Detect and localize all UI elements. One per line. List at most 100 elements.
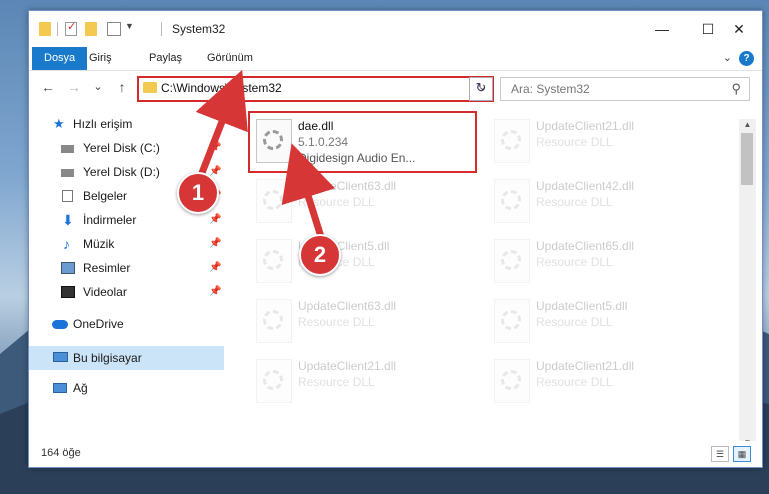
file-explorer-window: ✓ ▼ System32 — ☐ ✕ Dosya Giriş Paylaş Gö…	[28, 10, 763, 468]
file-type: Resource DLL	[536, 135, 613, 149]
file-name: UpdateClient42.dll	[536, 179, 635, 193]
divider	[57, 22, 58, 36]
pin-icon[interactable]: 📌	[209, 280, 221, 304]
sidebar-item-network[interactable]: Ağ	[29, 376, 224, 400]
tab-home[interactable]: Giriş	[79, 47, 122, 70]
sidebar-item-label: Resimler	[83, 261, 131, 275]
sidebar-item-music[interactable]: ♪ Müzik 📌	[29, 232, 224, 256]
search-box[interactable]: Ara: System32 ⚲	[500, 77, 750, 101]
dll-file-icon	[256, 359, 292, 403]
sidebar-item-quick-access[interactable]: ★ Hızlı erişim	[29, 112, 224, 136]
minimize-button[interactable]: —	[639, 11, 685, 47]
music-icon: ♪	[63, 236, 70, 252]
address-bar[interactable]: C:\Windows\System32 ⌄	[137, 76, 494, 102]
sidebar-item-label: Müzik	[83, 237, 115, 251]
file-tile[interactable]: UpdateClient63.dll Resource DLL	[248, 173, 473, 225]
file-type: Resource DLL	[536, 195, 613, 209]
chevron-down-icon[interactable]: ▼	[125, 21, 135, 35]
star-icon: ★	[53, 116, 65, 131]
search-icon[interactable]: ⚲	[731, 81, 741, 97]
pin-icon[interactable]: 📌	[209, 208, 221, 232]
file-type: Resource DLL	[536, 375, 613, 389]
window-title: System32	[172, 22, 226, 36]
title-bar: ✓ ▼ System32 — ☐ ✕	[29, 11, 762, 47]
search-input[interactable]: Ara: System32	[511, 82, 590, 96]
file-name: UpdateClient21.dll	[536, 359, 635, 373]
file-type: Resource DLL	[536, 315, 613, 329]
download-icon: ⬇	[62, 212, 74, 228]
dll-file-icon	[494, 239, 530, 283]
dll-file-icon	[256, 179, 292, 223]
status-bar: 164 öğe ☰ ▦	[29, 441, 762, 467]
vertical-scrollbar[interactable]: ▲ ▼	[739, 119, 756, 449]
tiles-view-icon[interactable]: ▦	[733, 446, 751, 462]
step-badge-2: 2	[299, 234, 341, 276]
dll-file-icon	[256, 239, 292, 283]
drive-icon	[61, 169, 74, 177]
sidebar-item-label: İndirmeler	[83, 213, 137, 227]
cloud-icon	[52, 320, 68, 329]
tab-share[interactable]: Paylaş	[139, 47, 192, 70]
scrollbar-thumb[interactable]	[741, 133, 753, 185]
file-name: UpdateClient5.dll	[536, 299, 628, 313]
file-name: UpdateClient63.dll	[298, 179, 397, 193]
file-tile[interactable]: UpdateClient5.dll Resource DLL	[486, 293, 711, 345]
file-tile[interactable]: UpdateClient21.dll Resource DLL	[486, 113, 711, 165]
file-name: UpdateClient63.dll	[298, 299, 397, 313]
up-arrow-icon[interactable]: ↑	[113, 78, 131, 96]
chevron-down-icon[interactable]: ⌄	[723, 51, 732, 64]
sidebar-item-label: Videolar	[83, 285, 127, 299]
sidebar-item-label: Hızlı erişim	[73, 117, 133, 131]
file-tile[interactable]: UpdateClient5.dll Resource DLL	[248, 233, 473, 285]
file-name: UpdateClient21.dll	[298, 359, 397, 373]
close-button[interactable]: ✕	[716, 11, 762, 47]
sidebar-item-label: Ağ	[73, 381, 88, 395]
sidebar-item-this-pc[interactable]: Bu bilgisayar	[29, 346, 224, 370]
file-name: UpdateClient21.dll	[536, 119, 635, 133]
pin-icon[interactable]: 📌	[209, 256, 221, 280]
videos-icon	[61, 286, 75, 298]
tab-view[interactable]: Görünüm	[197, 47, 263, 70]
recent-locations-icon[interactable]: ⌄	[89, 78, 107, 96]
file-tile[interactable]: UpdateClient63.dll Resource DLL	[248, 293, 473, 345]
file-tile[interactable]: UpdateClient65.dll Resource DLL	[486, 233, 711, 285]
folder-icon	[143, 82, 157, 93]
documents-icon	[62, 190, 73, 202]
file-tile[interactable]: UpdateClient42.dll Resource DLL	[486, 173, 711, 225]
sidebar-item-pictures[interactable]: Resimler 📌	[29, 256, 224, 280]
sidebar-item-onedrive[interactable]: OneDrive	[29, 312, 224, 336]
help-icon[interactable]: ?	[739, 51, 754, 66]
highlight-box-file	[248, 111, 477, 173]
address-path[interactable]: C:\Windows\System32	[161, 81, 282, 95]
pictures-icon	[61, 262, 75, 274]
file-type: Resource DLL	[298, 315, 375, 329]
file-type: Resource DLL	[536, 255, 613, 269]
sidebar-item-drive-c[interactable]: Yerel Disk (C:) 📌	[29, 136, 224, 160]
sidebar-item-label: Belgeler	[83, 189, 128, 203]
view-options-icon[interactable]	[107, 22, 121, 36]
scroll-up-icon[interactable]: ▲	[739, 119, 756, 131]
new-folder-icon[interactable]	[85, 22, 97, 36]
file-tile[interactable]: UpdateClient21.dll Resource DLL	[486, 353, 711, 405]
file-name: UpdateClient65.dll	[536, 239, 635, 253]
pin-icon[interactable]: 📌	[209, 232, 221, 256]
ribbon-tabs: Dosya Giriş Paylaş Görünüm ⌄ ?	[29, 47, 762, 71]
dll-file-icon	[256, 299, 292, 343]
back-arrow-icon[interactable]: ←	[39, 78, 57, 96]
sidebar-item-label: Bu bilgisayar	[73, 351, 142, 365]
details-view-icon[interactable]: ☰	[711, 446, 729, 462]
sidebar-item-videos[interactable]: Videolar 📌	[29, 280, 224, 304]
divider	[161, 22, 162, 36]
forward-arrow-icon[interactable]: →	[65, 78, 83, 96]
dll-file-icon	[494, 299, 530, 343]
properties-icon[interactable]: ✓	[65, 21, 77, 36]
refresh-button[interactable]: ↻	[469, 77, 493, 101]
file-tile[interactable]: UpdateClient21.dll Resource DLL	[248, 353, 473, 405]
sidebar-item-label: OneDrive	[73, 317, 124, 331]
sidebar-item-label: Yerel Disk (C:)	[83, 141, 160, 155]
pin-icon[interactable]: 📌	[209, 136, 221, 160]
drive-icon	[61, 145, 74, 153]
step-badge-1: 1	[177, 172, 219, 214]
sidebar-item-label: Yerel Disk (D:)	[83, 165, 160, 179]
folder-icon	[39, 22, 51, 36]
